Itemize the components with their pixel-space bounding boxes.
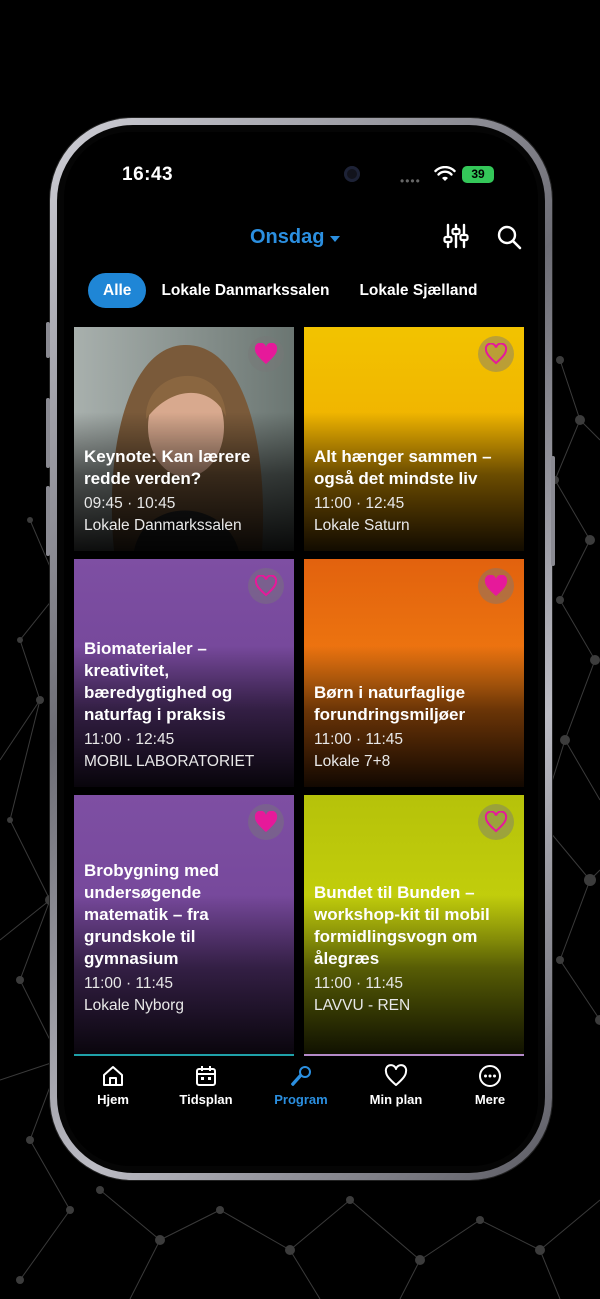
tab-sjaelland[interactable]: Lokale Sjælland: [344, 273, 492, 308]
card-content: Keynote: Kan lærere redde verden? 09:45 …: [84, 446, 284, 537]
app-screen: 16:43 •••• 39 Onsdag Alle Lokale Danmark…: [64, 132, 538, 1166]
favorite-button[interactable]: [478, 804, 514, 840]
session-room: LAVVU - REN: [314, 997, 411, 1014]
heart-filled-icon: [484, 575, 508, 596]
heart-outline-icon: [484, 343, 508, 365]
day-label: Onsdag: [250, 226, 325, 248]
heart-filled-icon: [254, 343, 278, 364]
search-icon[interactable]: [496, 224, 522, 250]
status-time: 16:43: [122, 164, 174, 185]
microphone-icon: [291, 1066, 311, 1086]
power-button: [551, 456, 555, 566]
card-content: Brobygning med undersøgende matematik – …: [84, 860, 284, 1017]
favorite-button[interactable]: [248, 568, 284, 604]
caret-down-icon: [330, 235, 341, 242]
heart-icon: [384, 1064, 408, 1086]
session-card[interactable]: Alt hænger sammen – også det mindste liv…: [304, 327, 524, 551]
battery-indicator: 39: [462, 166, 494, 183]
session-title: Børn i naturfaglige forundringsmiljøer: [314, 683, 466, 724]
day-selector[interactable]: Onsdag: [250, 226, 341, 249]
favorite-button[interactable]: [248, 804, 284, 840]
tab-schedule[interactable]: Tidsplan: [161, 1064, 251, 1107]
session-room: Lokale 7+8: [314, 753, 391, 770]
heart-outline-icon: [484, 811, 508, 833]
session-title: Biomaterialer – kreativitet, bæredygtigh…: [84, 639, 233, 724]
session-title: Brobygning med undersøgende matematik – …: [84, 861, 220, 968]
volume-up-button: [46, 398, 50, 468]
room-tabs: Alle Lokale Danmarkssalen Lokale Sjællan…: [88, 273, 492, 308]
favorite-button[interactable]: [248, 336, 284, 372]
home-icon: [103, 1066, 123, 1086]
session-room: Lokale Nyborg: [84, 997, 184, 1014]
session-time: 11:00 · 11:45: [314, 731, 404, 748]
tab-label: Mere: [474, 1092, 506, 1107]
session-time: 11:00 · 11:45: [314, 975, 404, 992]
favorite-button[interactable]: [478, 568, 514, 604]
more-icon: [479, 1065, 501, 1087]
card-content: Biomaterialer – kreativitet, bæredygtigh…: [84, 638, 284, 773]
tab-label: Program: [274, 1092, 328, 1107]
session-card[interactable]: Brobygning med undersøgende matematik – …: [74, 795, 294, 1057]
cellular-signal-icon: ••••: [400, 174, 421, 188]
session-title: Alt hænger sammen – også det mindste liv: [314, 447, 492, 488]
heart-filled-icon: [254, 811, 278, 832]
session-time: 09:45 · 10:45: [84, 495, 176, 512]
tab-my-plan[interactable]: Min plan: [351, 1064, 441, 1107]
favorite-button[interactable]: [478, 336, 514, 372]
session-room: Lokale Danmarkssalen: [84, 517, 242, 534]
tab-label: Hjem: [97, 1092, 129, 1107]
session-time: 11:00 · 11:45: [84, 975, 174, 992]
filter-sliders-icon[interactable]: [442, 222, 470, 250]
session-title: Keynote: Kan lærere redde verden?: [84, 447, 251, 488]
heart-outline-icon: [254, 575, 278, 597]
card-content: Børn i naturfaglige forundringsmiljøer 1…: [314, 682, 514, 773]
volume-down-button: [46, 486, 50, 556]
session-card[interactable]: Børn i naturfaglige forundringsmiljøer 1…: [304, 559, 524, 787]
session-card[interactable]: Bundet til Bunden – workshop-kit til mob…: [304, 795, 524, 1057]
session-time: 11:00 · 12:45: [84, 731, 175, 748]
front-camera: [344, 166, 360, 182]
card-content: Alt hænger sammen – også det mindste liv…: [314, 446, 514, 537]
session-room: Lokale Saturn: [314, 517, 410, 534]
silent-switch: [46, 322, 50, 358]
tab-more[interactable]: Mere: [445, 1064, 535, 1107]
session-title: Bundet til Bunden – workshop-kit til mob…: [314, 883, 490, 968]
session-time: 11:00 · 12:45: [314, 495, 405, 512]
session-card[interactable]: Keynote: Kan lærere redde verden? 09:45 …: [74, 327, 294, 551]
tab-label: Min plan: [369, 1092, 423, 1107]
session-card[interactable]: Biomaterialer – kreativitet, bæredygtigh…: [74, 559, 294, 787]
tab-home[interactable]: Hjem: [68, 1064, 158, 1107]
wifi-icon: [434, 166, 456, 181]
card-content: Bundet til Bunden – workshop-kit til mob…: [314, 882, 514, 1017]
session-room: MOBIL LABORATORIET: [84, 753, 255, 770]
tab-all[interactable]: Alle: [88, 273, 147, 308]
bottom-tab-bar: Hjem Tidsplan Program Min plan Mere: [64, 1056, 538, 1116]
tab-label: Tidsplan: [179, 1092, 233, 1107]
tab-program[interactable]: Program: [256, 1064, 346, 1107]
tab-danmarkssalen[interactable]: Lokale Danmarkssalen: [146, 273, 344, 308]
calendar-icon: [196, 1066, 216, 1086]
